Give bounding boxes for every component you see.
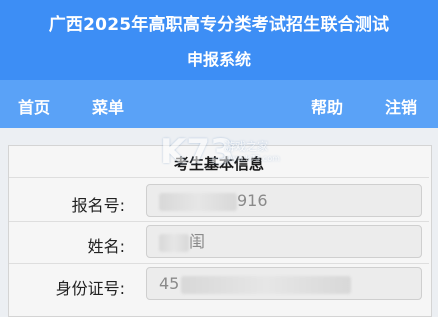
row-divider bbox=[9, 263, 429, 264]
nav-logout-link[interactable]: 注销 bbox=[385, 94, 417, 118]
nav-bar: 首页 菜单 帮助 注销 bbox=[0, 80, 438, 128]
page-subtitle: 申报系统 bbox=[186, 50, 251, 69]
id-number-field[interactable]: 45 bbox=[146, 267, 422, 300]
row-divider bbox=[9, 221, 429, 222]
name-value: 闺 bbox=[189, 232, 206, 251]
row-divider bbox=[9, 177, 429, 178]
redacted-mask bbox=[159, 192, 237, 211]
watermark-logo: K73 bbox=[160, 132, 234, 172]
site-watermark: K73 游戏之家 www.k73.com bbox=[160, 132, 280, 172]
name-label: 姓名: bbox=[87, 237, 125, 256]
registration-number-label: 报名号: bbox=[71, 196, 125, 215]
nav-menu-link[interactable]: 菜单 bbox=[92, 94, 124, 118]
app-header: 广西2025年高职高专分类考试招生联合测试 申报系统 bbox=[0, 0, 438, 80]
redacted-mask bbox=[159, 233, 189, 252]
watermark-url: www.k73.com bbox=[224, 154, 280, 163]
redacted-mask bbox=[181, 275, 352, 294]
id-number-value: 45 bbox=[159, 274, 180, 293]
registration-number-value: 916 bbox=[237, 191, 268, 210]
name-field[interactable]: 闺 bbox=[146, 225, 422, 258]
id-number-label: 身份证号: bbox=[55, 279, 125, 298]
registration-number-field[interactable]: 916 bbox=[146, 184, 422, 217]
page-title: 广西2025年高职高专分类考试招生联合测试 bbox=[48, 15, 390, 35]
nav-home-link[interactable]: 首页 bbox=[18, 94, 50, 118]
nav-help-link[interactable]: 帮助 bbox=[311, 94, 343, 118]
watermark-text: 游戏之家 bbox=[224, 140, 268, 153]
